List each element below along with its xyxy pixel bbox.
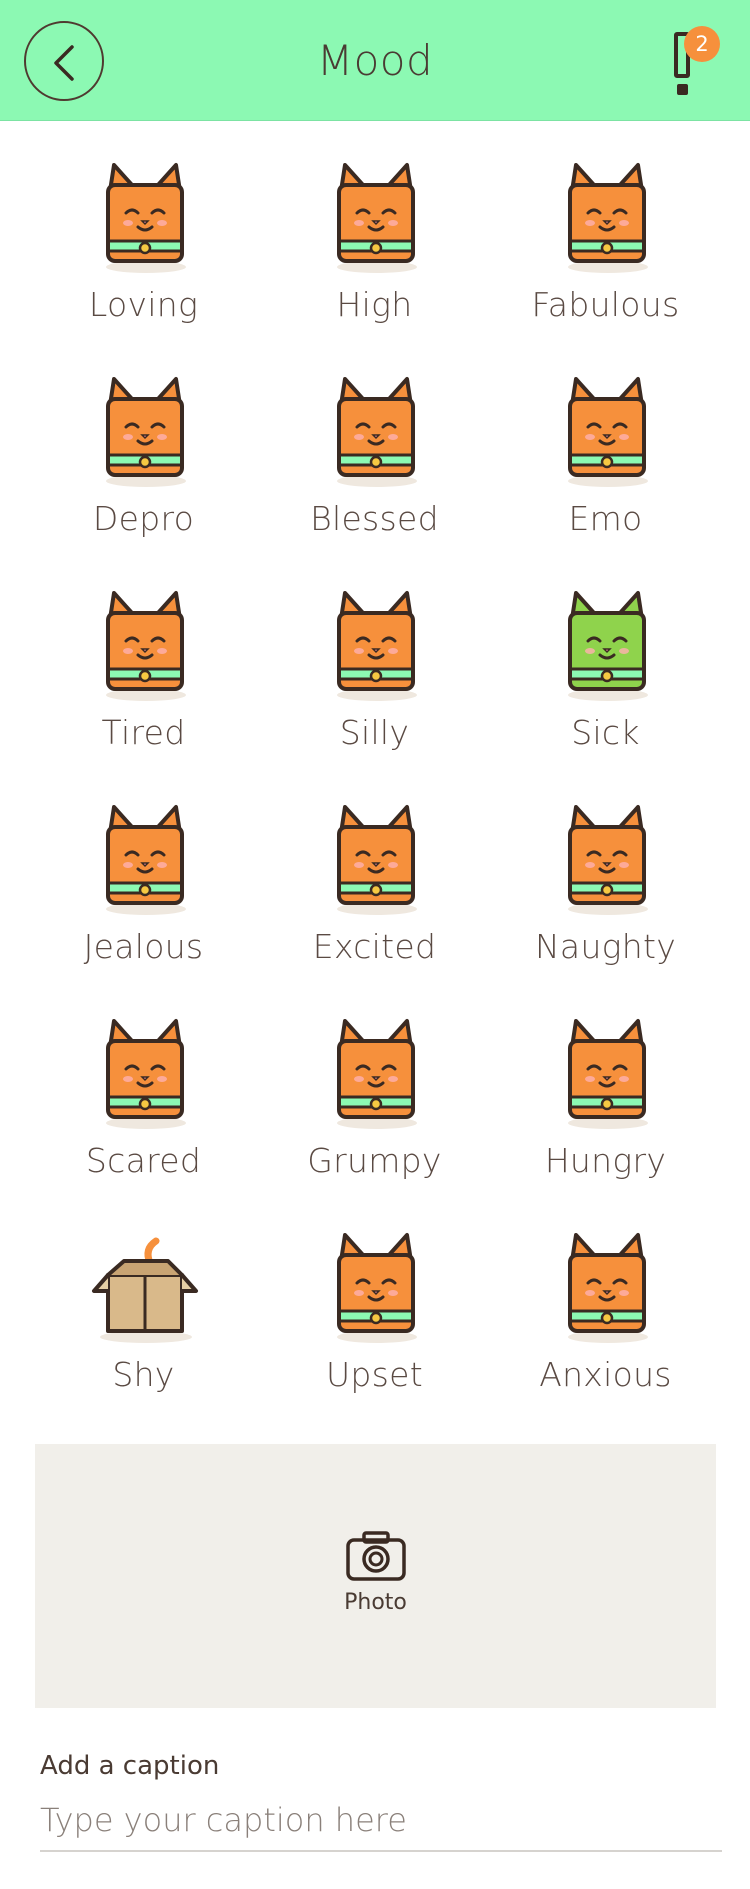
mood-label: Naughty — [534, 927, 677, 966]
mood-option[interactable]: Blessed — [259, 369, 490, 583]
cat-fabulous-icon — [567, 163, 648, 273]
photo-upload-area[interactable]: Photo — [35, 1444, 716, 1708]
cat-upset-icon — [336, 1233, 417, 1343]
mood-option[interactable]: Fabulous — [490, 155, 721, 369]
mood-option[interactable]: Scared — [28, 1011, 259, 1225]
cat-loving-icon — [105, 163, 186, 273]
mood-label: Tired — [101, 713, 186, 752]
mood-label: Shy — [112, 1355, 175, 1394]
mood-option[interactable]: Silly — [259, 583, 490, 797]
mood-label: Anxious — [539, 1355, 672, 1394]
cat-scared-icon — [105, 1019, 186, 1129]
cat-blessed-icon — [336, 377, 417, 487]
cat-tired-icon — [105, 591, 186, 701]
camera-icon — [346, 1531, 406, 1581]
cat-shy-box-icon — [91, 1237, 198, 1343]
mood-label: Upset — [325, 1355, 424, 1394]
mood-label: Jealous — [83, 927, 204, 966]
mood-option[interactable]: Excited — [259, 797, 490, 1011]
cat-depro-icon — [105, 377, 186, 487]
cat-sick-icon — [567, 591, 648, 701]
mood-label: Excited — [312, 927, 437, 966]
photo-label: Photo — [344, 1590, 407, 1615]
mood-option[interactable]: Upset — [259, 1225, 490, 1439]
mood-option[interactable]: Emo — [490, 369, 721, 583]
cat-high-icon — [336, 163, 417, 273]
cat-jealous-icon — [105, 805, 186, 915]
mood-label: Grumpy — [307, 1141, 442, 1180]
notification-badge: 2 — [684, 26, 720, 62]
exclamation-dot — [677, 84, 688, 95]
mood-option[interactable]: Sick — [490, 583, 721, 797]
caption-input[interactable] — [40, 1790, 722, 1852]
mood-option[interactable]: Naughty — [490, 797, 721, 1011]
mood-grid: Loving High Fabulous Depro Blessed Emo Tired Si… — [28, 155, 722, 1439]
cat-emo-icon — [567, 377, 648, 487]
cat-silly-icon — [336, 591, 417, 701]
notifications-button[interactable]: 2 — [664, 24, 730, 96]
mood-label: Fabulous — [531, 285, 680, 324]
mood-label: Blessed — [310, 499, 439, 538]
mood-option[interactable]: Depro — [28, 369, 259, 583]
mood-option[interactable]: High — [259, 155, 490, 369]
mood-option[interactable]: Tired — [28, 583, 259, 797]
mood-label: Silly — [339, 713, 410, 752]
mood-option[interactable]: Anxious — [490, 1225, 721, 1439]
mood-option[interactable]: Jealous — [28, 797, 259, 1011]
mood-option[interactable]: Hungry — [490, 1011, 721, 1225]
mood-option[interactable]: Grumpy — [259, 1011, 490, 1225]
mood-option[interactable]: Shy — [28, 1225, 259, 1439]
app-header: Mood 2 — [0, 0, 750, 121]
page-title: Mood — [316, 36, 434, 85]
cat-anxious-icon — [567, 1233, 648, 1343]
mood-option[interactable]: Loving — [28, 155, 259, 369]
mood-label: Loving — [88, 285, 199, 324]
cat-naughty-icon — [567, 805, 648, 915]
cat-grumpy-icon — [336, 1019, 417, 1129]
mood-label: Depro — [92, 499, 195, 538]
caption-label: Add a caption — [40, 1751, 220, 1781]
cat-hungry-icon — [567, 1019, 648, 1129]
mood-label: Sick — [571, 713, 640, 752]
cat-excited-icon — [336, 805, 417, 915]
mood-label: High — [336, 285, 413, 324]
mood-label: Emo — [568, 499, 643, 538]
mood-label: Scared — [85, 1141, 202, 1180]
mood-label: Hungry — [544, 1141, 667, 1180]
